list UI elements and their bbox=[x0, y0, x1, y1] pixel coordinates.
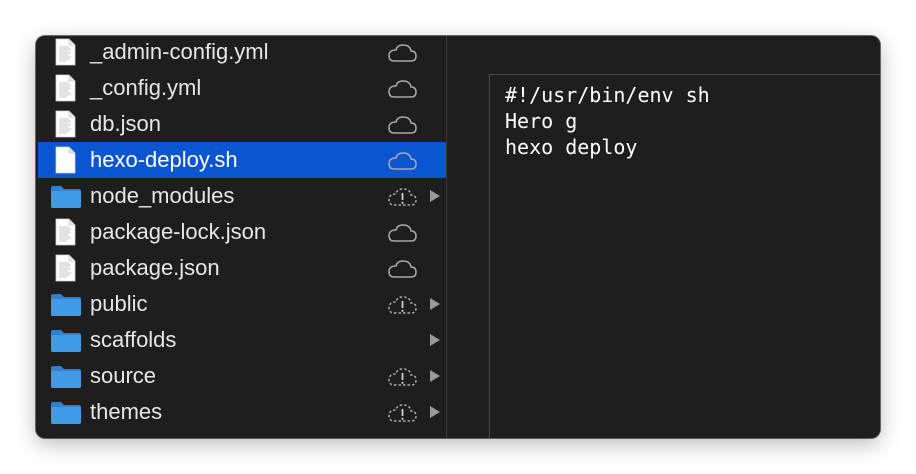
document-icon bbox=[50, 74, 82, 102]
cloud-warning-icon[interactable] bbox=[385, 184, 419, 208]
folder-row[interactable]: scaffolds bbox=[36, 322, 446, 358]
document-icon bbox=[50, 38, 82, 66]
disclosure-arrow-icon[interactable] bbox=[429, 333, 441, 347]
folder-row[interactable]: themes bbox=[36, 394, 446, 430]
file-name: node_modules bbox=[90, 183, 235, 208]
cloud-warning-icon[interactable] bbox=[385, 400, 419, 424]
folder-row[interactable]: source bbox=[36, 358, 446, 394]
file-name: source bbox=[90, 363, 157, 388]
document-icon bbox=[50, 218, 82, 246]
file-row[interactable]: package-lock.json bbox=[36, 214, 446, 250]
document-icon bbox=[50, 110, 82, 138]
file-preview: #!/usr/bin/env sh Hero g hexo deploy bbox=[489, 74, 880, 438]
cloud-icon[interactable] bbox=[385, 148, 419, 172]
file-name: hexo-deploy.sh bbox=[90, 147, 238, 172]
file-row[interactable]: _admin-config.yml bbox=[36, 36, 446, 70]
file-name: _admin-config.yml bbox=[90, 39, 269, 64]
folder-icon bbox=[50, 290, 82, 318]
cloud-warning-icon[interactable] bbox=[385, 364, 419, 388]
cloud-icon[interactable] bbox=[385, 112, 419, 136]
file-row[interactable]: package.json bbox=[36, 250, 446, 286]
folder-icon bbox=[50, 326, 82, 354]
file-row[interactable]: hexo-deploy.sh bbox=[36, 142, 446, 178]
file-row[interactable]: db.json bbox=[36, 106, 446, 142]
file-row[interactable]: _config.yml bbox=[36, 70, 446, 106]
document-icon bbox=[50, 146, 82, 174]
folder-row[interactable]: node_modules bbox=[36, 178, 446, 214]
file-name: _config.yml bbox=[90, 75, 202, 100]
code-line: hexo deploy bbox=[505, 135, 638, 159]
finder-window: _admin-config.yml _config.yml db.json hexo-… bbox=[36, 36, 880, 438]
disclosure-arrow-icon[interactable] bbox=[429, 297, 441, 311]
folder-icon bbox=[50, 398, 82, 426]
file-name: scaffolds bbox=[90, 327, 177, 352]
folder-row[interactable]: public bbox=[36, 286, 446, 322]
cloud-icon[interactable] bbox=[385, 220, 419, 244]
cloud-icon[interactable] bbox=[385, 256, 419, 280]
code-line: #!/usr/bin/env sh bbox=[505, 83, 710, 107]
cloud-icon[interactable] bbox=[385, 76, 419, 100]
code-line: Hero g bbox=[505, 109, 578, 133]
document-icon bbox=[50, 254, 82, 282]
preview-pane: #!/usr/bin/env sh Hero g hexo deploy bbox=[447, 36, 880, 438]
cloud-icon[interactable] bbox=[385, 40, 419, 64]
disclosure-arrow-icon[interactable] bbox=[429, 369, 441, 383]
disclosure-arrow-icon[interactable] bbox=[429, 189, 441, 203]
disclosure-arrow-icon[interactable] bbox=[429, 405, 441, 419]
file-name: themes bbox=[90, 399, 163, 424]
file-list-column: _admin-config.yml _config.yml db.json hexo-… bbox=[36, 36, 446, 438]
file-name: db.json bbox=[90, 111, 161, 136]
folder-icon bbox=[50, 182, 82, 210]
cloud-warning-icon[interactable] bbox=[385, 292, 419, 316]
file-name: package.json bbox=[90, 255, 220, 280]
folder-icon bbox=[50, 362, 82, 390]
file-name: package-lock.json bbox=[90, 219, 267, 244]
file-name: public bbox=[90, 291, 148, 316]
